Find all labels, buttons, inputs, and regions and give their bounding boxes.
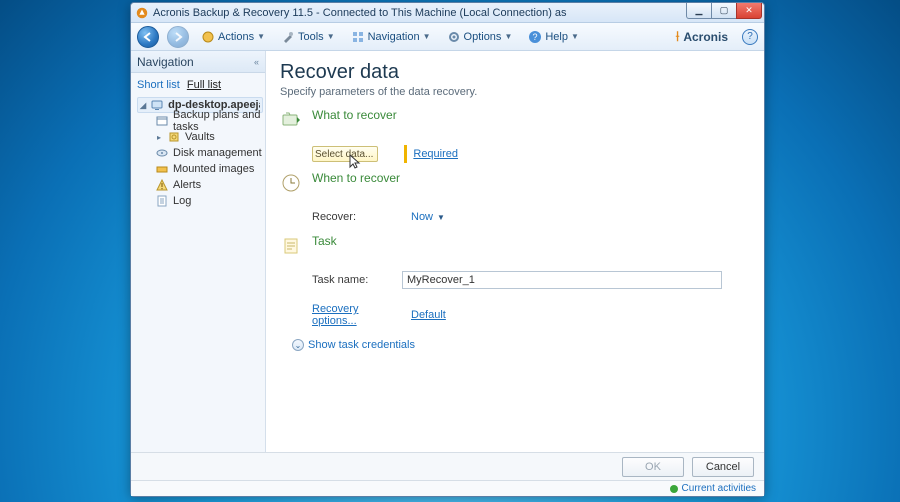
select-data-button[interactable]: Select data...: [312, 146, 378, 162]
cancel-button[interactable]: Cancel: [692, 457, 754, 477]
recovery-options-value[interactable]: Default: [411, 309, 446, 321]
gear-icon: [447, 30, 461, 44]
brand-logo-icon: ⟊: [676, 28, 680, 45]
tree-item-label: Disk management: [173, 147, 262, 159]
log-icon: [155, 194, 169, 208]
maximize-button[interactable]: ▢: [711, 3, 737, 19]
section-title: What to recover: [312, 108, 397, 122]
tab-short-list[interactable]: Short list: [137, 79, 180, 91]
recovery-options-link[interactable]: Recovery options...: [312, 303, 358, 327]
recover-value: Now: [411, 211, 433, 223]
recover-label: Recover:: [312, 211, 402, 223]
tree-item-label: Backup plans and tasks: [173, 109, 263, 133]
sidebar-title: Navigation: [137, 55, 194, 69]
tree-item-label: Log: [173, 195, 191, 207]
help-label: Help: [545, 31, 568, 43]
window-buttons: ▁ ▢ ✕: [687, 3, 762, 19]
titlebar: Acronis Backup & Recovery 11.5 - Connect…: [131, 3, 764, 23]
app-window: Acronis Backup & Recovery 11.5 - Connect…: [130, 2, 765, 497]
tree-item-mounted-images[interactable]: Mounted images: [155, 161, 263, 177]
expand-icon: ⌄: [292, 339, 304, 351]
svg-text:?: ?: [533, 32, 538, 42]
actions-icon: [201, 30, 215, 44]
window-title: Acronis Backup & Recovery 11.5 - Connect…: [153, 7, 760, 19]
forward-button[interactable]: [167, 26, 189, 48]
mounted-icon: [155, 162, 169, 176]
tree-item-label: Vaults: [185, 131, 215, 143]
status-bar: Current activities: [131, 480, 764, 496]
back-button[interactable]: [137, 26, 159, 48]
tools-menu[interactable]: Tools▼: [277, 28, 339, 46]
help-button[interactable]: ?: [742, 29, 758, 45]
show-task-credentials[interactable]: ⌄ Show task credentials: [292, 339, 748, 351]
footer-bar: OK Cancel: [131, 452, 764, 480]
help-menu[interactable]: ? Help▼: [524, 28, 583, 46]
activity-dot-icon: [670, 485, 678, 493]
tree-item-log[interactable]: Log: [155, 193, 263, 209]
nav-tree: ◢ dp-desktop.apeejay.stya.com Backup pla…: [131, 95, 265, 209]
close-button[interactable]: ✕: [736, 3, 762, 19]
row-recovery-options: Recovery options... Default: [312, 303, 748, 327]
tree-item-disk-management[interactable]: Disk management: [155, 145, 263, 161]
chevron-down-icon: ▼: [437, 213, 445, 222]
task-icon: [280, 235, 302, 257]
row-recover: Recover: Now ▼: [312, 208, 748, 226]
help-icon: ?: [528, 30, 542, 44]
tree-item-backup-plans[interactable]: Backup plans and tasks: [155, 113, 263, 129]
section-task: Task: [280, 234, 748, 257]
section-when-to-recover: When to recover: [280, 171, 748, 194]
main-pane: Recover data Specify parameters of the d…: [266, 51, 764, 452]
navigation-menu[interactable]: Navigation▼: [347, 28, 435, 46]
disk-icon: [155, 146, 169, 160]
show-creds-label: Show task credentials: [308, 339, 415, 351]
tab-full-list[interactable]: Full list: [187, 79, 221, 91]
options-menu[interactable]: Options▼: [443, 28, 517, 46]
row-task-name: Task name:: [312, 271, 748, 289]
recover-dropdown[interactable]: Now ▼: [411, 211, 445, 223]
select-data-label: Select data...: [315, 149, 373, 160]
brand-label: Acronis: [683, 30, 728, 44]
task-name-label: Task name:: [312, 274, 402, 286]
body: Navigation « Short list Full list ◢ dp-d…: [131, 51, 764, 452]
required-link[interactable]: Required: [413, 148, 458, 160]
actions-label: Actions: [218, 31, 254, 43]
app-icon: [135, 6, 149, 20]
sidebar-header[interactable]: Navigation «: [131, 51, 265, 73]
task-name-input[interactable]: [402, 271, 722, 289]
section-what-to-recover: What to recover: [280, 108, 748, 131]
current-activities-link[interactable]: Current activities: [682, 483, 756, 494]
toolbar: Actions▼ Tools▼ Navigation▼ Options▼ ? H…: [131, 23, 764, 51]
tree-item-alerts[interactable]: Alerts: [155, 177, 263, 193]
section-title: Task: [312, 234, 337, 248]
tree-twisty-icon[interactable]: ▸: [155, 133, 163, 142]
computer-icon: [150, 98, 164, 112]
vault-icon: [167, 130, 181, 144]
tree-item-label: Alerts: [173, 179, 201, 191]
tree-item-label: Mounted images: [173, 163, 254, 175]
brand: ⟊ Acronis: [676, 28, 728, 45]
actions-menu[interactable]: Actions▼: [197, 28, 269, 46]
ok-button[interactable]: OK: [622, 457, 684, 477]
options-label: Options: [464, 31, 502, 43]
navigation-icon: [351, 30, 365, 44]
tree-twisty-icon: ◢: [140, 101, 146, 110]
alert-icon: [155, 178, 169, 192]
section-title: When to recover: [312, 171, 400, 185]
sidebar: Navigation « Short list Full list ◢ dp-d…: [131, 51, 266, 452]
row-select-data: Select data... Required: [312, 145, 748, 163]
page-subtitle: Specify parameters of the data recovery.: [280, 86, 748, 98]
tools-label: Tools: [298, 31, 324, 43]
page-title: Recover data: [280, 61, 748, 84]
navigation-label: Navigation: [368, 31, 420, 43]
plans-icon: [155, 114, 169, 128]
minimize-button[interactable]: ▁: [686, 3, 712, 19]
collapse-icon: «: [254, 57, 259, 67]
sidebar-tabs: Short list Full list: [131, 73, 265, 95]
what-icon: [280, 109, 302, 131]
tools-icon: [281, 30, 295, 44]
clock-icon: [280, 172, 302, 194]
